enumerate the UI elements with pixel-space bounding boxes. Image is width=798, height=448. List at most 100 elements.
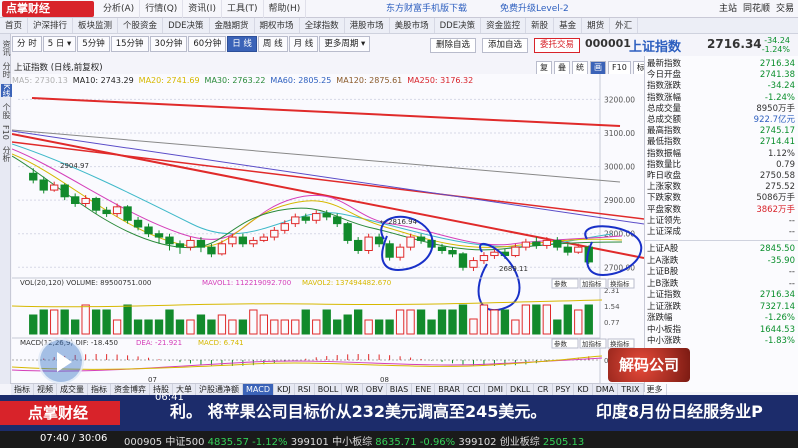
indicator-tab[interactable]: 更多 [644,384,667,395]
indicator-tab[interactable]: 沪股通净额 [196,384,243,395]
indicator-tab[interactable]: BRAR [435,384,465,395]
candle-body [154,233,164,238]
nav-item[interactable]: 基金 [554,18,583,33]
period-button[interactable]: 60分钟 [188,36,227,52]
indicator-tab[interactable]: KDJ [274,384,295,395]
nav-item[interactable]: DDE决策 [163,18,210,33]
period-button[interactable]: 日 线 [227,36,257,52]
period-button[interactable]: 月 线 [288,36,319,52]
ma-legend-item: MA20: 2741.69 [138,76,200,85]
indicator-tab[interactable]: OBV [363,384,387,395]
main-menu: 分析(A) 行情(Q) 资讯(I) 工具(T) 帮助(H) [98,0,307,18]
quote-value: 2714.41 [759,137,795,148]
indicator-tab[interactable]: 视频 [34,384,57,395]
ma-legend-item: MA10: 2743.29 [72,76,134,85]
indicator-tab[interactable]: DMI [485,384,508,395]
indicator-tab[interactable]: RSI [295,384,315,395]
action-button[interactable]: 委托交易 [534,38,581,53]
indicator-tab[interactable]: DMA [593,384,619,395]
volume-bar [196,314,206,335]
period-button[interactable]: 分 时 [12,36,42,52]
indicator-tab[interactable]: BIAS [387,384,413,395]
indicator-tab[interactable]: DKLL [507,384,535,395]
candle-body [312,213,321,221]
candle-body [385,243,394,258]
nav-item[interactable]: 板块监测 [73,18,119,33]
sidebar-item[interactable]: F10 [1,125,10,140]
right-menu-item[interactable]: 主站 [719,0,737,18]
nav-item[interactable]: 美股市场 [390,18,435,33]
indicator-tab[interactable]: 指标 [11,384,34,395]
stock-code: 000001 [585,37,631,50]
menu-item[interactable]: 资讯(I) [183,0,222,18]
indicator-tab[interactable]: WR [342,384,363,395]
nav-item[interactable]: 外汇 [610,18,639,33]
indicator-tab[interactable]: TRIX [618,384,644,395]
quote-label: 总成交额 [647,115,682,125]
nav-item[interactable]: 港股市场 [345,18,390,33]
quote-label: 指数量比 [647,159,682,170]
title-bar: 点掌财经 分析(A) 行情(Q) 资讯(I) 工具(T) 帮助(H) 东方财富手机版下载… [0,0,798,18]
mavol2: MAVOL2: 137494482.670 [302,279,391,287]
volume-bar [448,309,457,335]
menu-item[interactable]: 工具(T) [222,0,264,18]
quote-value: 2716.34 [759,290,795,301]
action-button[interactable]: 添加自选 [482,38,529,53]
action-button[interactable]: 删除自选 [430,38,477,53]
sidebar-item[interactable]: 个股 [1,103,12,119]
indicator-tab[interactable]: 资金博弈 [111,384,150,395]
period-button[interactable]: 5分钟 [77,36,110,52]
period-button[interactable]: 5 日 ▾ [42,36,77,52]
indicator-tab[interactable]: ENE [412,384,436,395]
menu-item[interactable]: 分析(A) [98,0,141,18]
volume-bar [29,314,38,335]
indicator-tab[interactable]: CR [534,384,553,395]
menu-item[interactable]: 帮助(H) [264,0,307,18]
nav-item[interactable]: 个股资金 [118,18,164,33]
nav-item[interactable]: 沪深排行 [28,18,74,33]
candle-body [228,236,237,245]
nav-item[interactable]: 首页 [0,18,29,33]
period-button[interactable]: 更多周期 ▾ [319,36,371,52]
period-button[interactable]: 周 线 [257,36,288,52]
indicator-tab[interactable]: 成交量 [57,384,88,395]
macd-dea: DEA: -21.921 [136,339,182,347]
indicator-tab[interactable]: BOLL [315,384,343,395]
promo-link[interactable]: 东方财富手机版下载 [386,2,467,16]
nav-item[interactable]: 期权市场 [255,18,300,33]
nav-item[interactable]: 全球指数 [300,18,345,33]
indicator-tab[interactable]: MACD [243,384,274,395]
sub-pane-button-label: 换指标 [610,279,630,288]
menu-item[interactable]: 行情(Q) [140,0,184,18]
indicator-tab[interactable]: 指标 [88,384,111,395]
sidebar-item[interactable]: 分析 [1,146,12,162]
indicator-tab[interactable]: KD [574,384,593,395]
y-tick-label: 3100.00 [604,129,635,138]
index-quote: 399101 中小板综 [287,437,376,448]
right-menu-item[interactable]: 同花顺 [743,0,770,18]
right-menu-item[interactable]: 交易 [776,0,794,18]
upgrade-link[interactable]: 免费升级Level-2 [500,2,569,16]
nav-item[interactable]: 金融期货 [210,18,255,33]
sidebar-item[interactable]: 资讯 [1,40,12,56]
play-time[interactable]: 07:40 / 30:06 [40,433,107,444]
candle-body [395,246,405,258]
sidebar-item[interactable]: K线 [1,84,12,98]
volume-bar [165,309,174,335]
indicator-tab[interactable]: PSY [553,384,575,395]
nav-item[interactable]: 资金监控 [481,18,527,33]
play-icon[interactable] [38,338,84,384]
nav-item[interactable]: DDE决策 [435,18,482,33]
period-button[interactable]: 15分钟 [110,36,149,52]
ma-legend-item: MA120: 2875.61 [336,76,403,85]
candle-body [479,255,489,262]
period-button[interactable]: 30分钟 [149,36,188,52]
nav-item[interactable]: 期货 [582,18,611,33]
candle-body [448,250,457,255]
volume-bar [123,304,132,335]
nav-item[interactable]: 新股 [526,18,555,33]
kline-chart[interactable]: 3200.003100.003000.002900.002800.002700.… [12,74,644,384]
quote-label: 上A涨跌 [647,255,679,266]
sidebar-item[interactable]: 分时 [1,62,12,78]
indicator-tab[interactable]: CCI [464,384,485,395]
